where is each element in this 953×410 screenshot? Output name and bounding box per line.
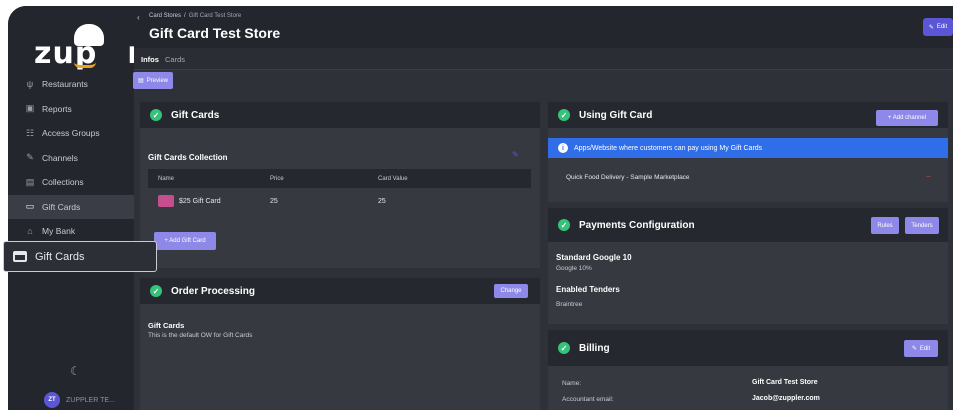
breadcrumb: Card Stores / Gift Card Test Store	[149, 13, 241, 19]
column-header: Price	[270, 175, 284, 182]
gift-card-value: 25	[378, 197, 386, 205]
moon-icon[interactable]: ☾	[70, 364, 81, 378]
billing-email-value: Jacob@zuppler.com	[752, 395, 820, 402]
order-processing-card: ✓ Order Processing Change Gift Cards This…	[140, 278, 540, 410]
edit-store-button[interactable]: ✎ Edit	[923, 18, 953, 36]
channel-item[interactable]: Quick Food Delivery - Sample Marketplace	[566, 174, 690, 181]
rule-subtitle: Google 10%	[556, 265, 592, 272]
avatar: ZT	[44, 392, 60, 408]
page-header: ‹ Card Stores / Gift Card Test Store Gift …	[134, 6, 953, 48]
gift-card-name: $25 Gift Card	[179, 197, 221, 205]
check-circle-icon: ✓	[558, 109, 570, 121]
billing-email-label: Accountant email:	[562, 396, 614, 403]
logo-swoosh	[74, 62, 96, 68]
back-chevron-icon[interactable]: ‹	[137, 13, 140, 22]
pencil-icon: ✎	[928, 24, 934, 31]
sidebar-item-collections[interactable]: ▤ Collections	[8, 170, 134, 195]
add-channel-button[interactable]: + Add channel	[876, 110, 938, 126]
breadcrumb-separator: /	[184, 13, 186, 19]
edit-label: Edit	[936, 24, 948, 30]
card-icon	[13, 251, 27, 262]
check-circle-icon: ✓	[150, 109, 162, 121]
info-banner: i Apps/Website where customers can pay u…	[548, 138, 948, 158]
preview-label: Preview	[146, 77, 169, 84]
preview-button[interactable]: ▤ Preview	[133, 72, 173, 89]
sidebar-nav: ψ Restaurants ▣ Reports ☷ Access Groups ✎ Ch…	[8, 72, 134, 244]
preview-icon: ▤	[138, 78, 144, 84]
tenders-title: Enabled Tenders	[556, 285, 620, 294]
sidebar-item-label: Collections	[42, 177, 84, 188]
sidebar-item-reports[interactable]: ▣ Reports	[8, 97, 134, 122]
rules-button[interactable]: Rules	[871, 217, 899, 234]
card-title: Billing	[579, 342, 610, 354]
rule-title: Standard Google 10	[556, 253, 632, 262]
add-gift-card-button[interactable]: + Add Gift Card	[154, 232, 216, 250]
tooltip-label: Gift Cards	[35, 250, 85, 263]
sidebar-item-label: Access Groups	[42, 128, 100, 139]
user-profile[interactable]: ZT ZUPPLER TE...	[44, 392, 115, 408]
zuppler-logo[interactable]: zupr	[34, 24, 142, 71]
page-title: Gift Card Test Store	[149, 25, 281, 41]
sidebar-item-my-bank[interactable]: ⌂ My Bank	[8, 219, 134, 244]
ow-description: This is the default OW for Gift Cards	[148, 332, 253, 339]
card-title: Payments Configuration	[579, 219, 695, 231]
tab-bar: Infos Cards	[134, 48, 953, 70]
channel-icon: ✎	[26, 152, 34, 163]
tab-infos[interactable]: Infos	[141, 55, 159, 64]
sidebar-item-label: Channels	[42, 152, 78, 163]
column-header: Name	[158, 175, 175, 182]
sidebar-item-gift-cards[interactable]: ▭ Gift Cards	[8, 194, 134, 219]
gift-card-thumbnail	[158, 195, 174, 207]
card-icon: ▭	[25, 201, 35, 212]
column-header: Card Value	[378, 175, 408, 182]
table-row[interactable]: $25 Gift Card 25 25	[148, 188, 531, 214]
tab-cards[interactable]: Cards	[165, 55, 185, 64]
delete-icon[interactable]: −	[926, 172, 931, 181]
users-icon: ☷	[25, 127, 35, 138]
info-text: Apps/Website where customers can pay usi…	[574, 144, 763, 152]
using-gift-card-card: ✓ Using Gift Card + Add channel i Apps/We…	[548, 102, 948, 202]
gift-card-price: 25	[270, 197, 278, 205]
edit-label: Edit	[919, 345, 931, 352]
billing-edit-button[interactable]: ✎ Edit	[904, 340, 938, 357]
collection-title: Gift Cards Collection	[148, 153, 228, 162]
card-title: Order Processing	[171, 285, 255, 297]
sidebar-item-restaurants[interactable]: ψ Restaurants	[8, 72, 134, 97]
fork-knife-icon: ψ	[26, 79, 34, 90]
bank-icon: ⌂	[27, 226, 33, 237]
ow-title: Gift Cards	[148, 321, 185, 330]
sidebar: zupr ψ Restaurants ▣ Reports ☷ Access Group…	[8, 6, 142, 410]
user-name: ZUPPLER TE...	[66, 396, 115, 404]
info-icon: i	[558, 143, 568, 153]
breadcrumb-current: Gift Card Test Store	[188, 13, 242, 19]
tenders-subtitle: Braintree	[556, 301, 583, 308]
table-header: Name Price Card Value	[148, 169, 531, 188]
billing-name-value: Gift Card Test Store	[752, 379, 818, 386]
breadcrumb-root[interactable]: Card Stores	[149, 13, 181, 19]
billing-card: ✓ Billing ✎ Edit Name: Gift Card Test Stor…	[548, 330, 948, 410]
pencil-icon[interactable]: ✎	[512, 150, 519, 159]
payments-configuration-card: ✓ Payments Configuration Rules Tenders St…	[548, 208, 948, 324]
sidebar-item-label: Reports	[42, 103, 72, 114]
sidebar-tooltip-gift-cards: Gift Cards	[3, 241, 157, 272]
change-button[interactable]: Change	[494, 284, 528, 298]
collection-icon: ▤	[25, 176, 35, 187]
tenders-button[interactable]: Tenders	[905, 217, 939, 234]
check-circle-icon: ✓	[150, 285, 162, 297]
sidebar-item-label: Restaurants	[42, 79, 88, 90]
sidebar-item-access-groups[interactable]: ☷ Access Groups	[8, 121, 134, 146]
gift-cards-card: ✓ Gift Cards Gift Cards Collection ✎ Name…	[140, 102, 540, 268]
sidebar-item-channels[interactable]: ✎ Channels	[8, 146, 134, 171]
billing-name-label: Name:	[562, 380, 582, 387]
pencil-icon: ✎	[911, 346, 917, 352]
card-title: Using Gift Card	[579, 109, 653, 121]
sidebar-item-label: Gift Cards	[42, 201, 81, 212]
report-icon: ▣	[25, 103, 35, 114]
gift-cards-table: Name Price Card Value $25 Gift Card 25 2…	[148, 169, 531, 214]
check-circle-icon: ✓	[558, 342, 570, 354]
card-title: Gift Cards	[171, 109, 220, 121]
sidebar-item-label: My Bank	[42, 226, 76, 237]
check-circle-icon: ✓	[558, 219, 570, 231]
